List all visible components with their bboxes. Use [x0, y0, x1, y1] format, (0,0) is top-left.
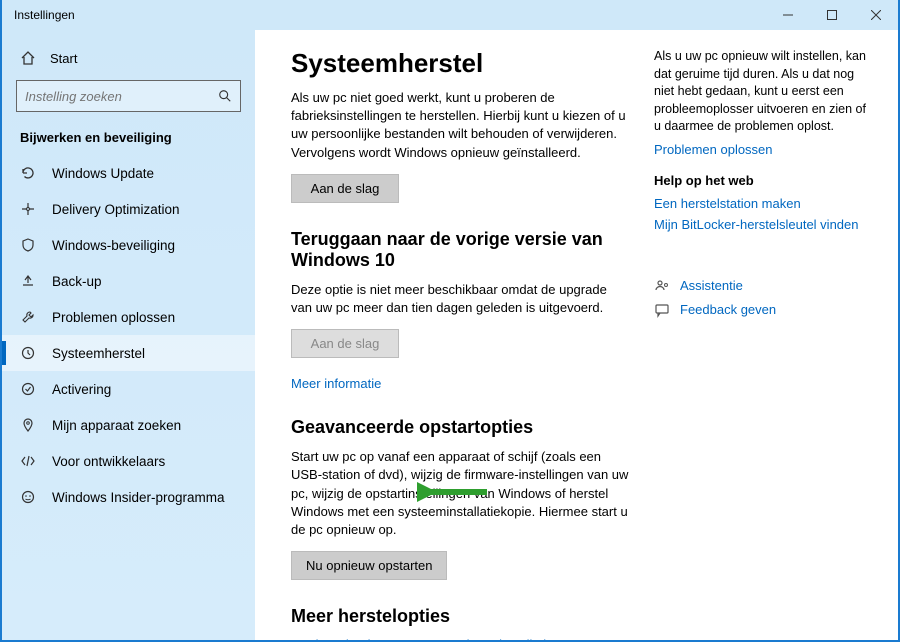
section-advanced-startup: Geavanceerde opstartopties Start uw pc o… [291, 417, 630, 580]
maximize-button[interactable] [810, 0, 854, 30]
search-input[interactable] [25, 89, 218, 104]
side-web-link-bitlocker[interactable]: Mijn BitLocker-herstelsleutel vinden [654, 217, 874, 232]
minimize-button[interactable] [766, 0, 810, 30]
recovery-icon [20, 345, 36, 361]
sidebar-item-label: Delivery Optimization [52, 202, 180, 217]
location-icon [20, 417, 36, 433]
backup-icon [20, 273, 36, 289]
search-icon [218, 89, 232, 103]
side-reinstall-text: Als u uw pc opnieuw wilt instellen, kan … [654, 48, 874, 136]
sidebar-item-delivery-optimization[interactable]: Delivery Optimization [2, 191, 255, 227]
sidebar-item-windows-security[interactable]: Windows-beveiliging [2, 227, 255, 263]
shield-icon [20, 237, 36, 253]
section-reset: Als uw pc niet goed werkt, kunt u prober… [291, 89, 630, 203]
assist-icon [654, 278, 670, 294]
home-label: Start [50, 51, 77, 66]
side-assist-row[interactable]: Assistentie [654, 278, 874, 294]
window-title: Instellingen [14, 8, 75, 22]
code-icon [20, 453, 36, 469]
fresh-start-link[interactable]: Opnieuw beginnen met een schone installa… [291, 637, 578, 640]
goback-more-info-link[interactable]: Meer informatie [291, 376, 381, 391]
sidebar-item-label: Systeemherstel [52, 346, 145, 361]
restart-now-button[interactable]: Nu opnieuw opstarten [291, 551, 447, 580]
sidebar-item-label: Mijn apparaat zoeken [52, 418, 181, 433]
side-assist-link[interactable]: Assistentie [680, 278, 743, 293]
home-icon [20, 50, 36, 66]
sidebar-item-label: Voor ontwikkelaars [52, 454, 165, 469]
section-goback: Teruggaan naar de vorige versie van Wind… [291, 229, 630, 391]
insider-icon [20, 489, 36, 505]
advanced-description: Start uw pc op vanaf een apparaat of sch… [291, 448, 630, 539]
side-feedback-link[interactable]: Feedback geven [680, 302, 776, 317]
check-circle-icon [20, 381, 36, 397]
side-troubleshoot-link[interactable]: Problemen oplossen [654, 142, 874, 157]
advanced-heading: Geavanceerde opstartopties [291, 417, 630, 438]
sidebar-item-for-developers[interactable]: Voor ontwikkelaars [2, 443, 255, 479]
sidebar: Start Bijwerken en beveiliging Windows U… [2, 30, 255, 640]
sidebar-item-label: Back-up [52, 274, 102, 289]
sidebar-item-insider[interactable]: Windows Insider-programma [2, 479, 255, 515]
goback-description: Deze optie is niet meer beschikbaar omda… [291, 281, 630, 317]
wrench-icon [20, 309, 36, 325]
home-row[interactable]: Start [2, 44, 255, 76]
side-feedback-row[interactable]: Feedback geven [654, 302, 874, 318]
search-box[interactable] [16, 80, 241, 112]
content: Systeemherstel Als uw pc niet goed werkt… [255, 30, 898, 640]
delivery-icon [20, 201, 36, 217]
sidebar-item-backup[interactable]: Back-up [2, 263, 255, 299]
side-reinstall-block: Als u uw pc opnieuw wilt instellen, kan … [654, 48, 874, 157]
sidebar-item-label: Windows Insider-programma [52, 490, 225, 505]
sidebar-item-windows-update[interactable]: Windows Update [2, 155, 255, 191]
side-web-link-recovery-drive[interactable]: Een herstelstation maken [654, 196, 874, 211]
reset-get-started-button[interactable]: Aan de slag [291, 174, 399, 203]
page-title: Systeemherstel [291, 48, 630, 79]
sidebar-item-activation[interactable]: Activering [2, 371, 255, 407]
close-button[interactable] [854, 0, 898, 30]
goback-heading: Teruggaan naar de vorige versie van Wind… [291, 229, 630, 271]
section-more-recovery: Meer herstelopties Opnieuw beginnen met … [291, 606, 630, 640]
category-header: Bijwerken en beveiliging [2, 128, 255, 155]
side-web-heading: Help op het web [654, 173, 874, 188]
sidebar-item-recovery[interactable]: Systeemherstel [2, 335, 255, 371]
update-icon [20, 165, 36, 181]
reset-description: Als uw pc niet goed werkt, kunt u prober… [291, 89, 630, 162]
sidebar-item-label: Problemen oplossen [52, 310, 175, 325]
sidebar-item-label: Windows Update [52, 166, 154, 181]
sidebar-item-label: Activering [52, 382, 111, 397]
titlebar: Instellingen [2, 0, 898, 30]
sidebar-item-troubleshoot[interactable]: Problemen oplossen [2, 299, 255, 335]
feedback-icon [654, 302, 670, 318]
more-heading: Meer herstelopties [291, 606, 630, 627]
sidebar-item-find-my-device[interactable]: Mijn apparaat zoeken [2, 407, 255, 443]
sidebar-item-label: Windows-beveiliging [52, 238, 175, 253]
goback-get-started-button: Aan de slag [291, 329, 399, 358]
